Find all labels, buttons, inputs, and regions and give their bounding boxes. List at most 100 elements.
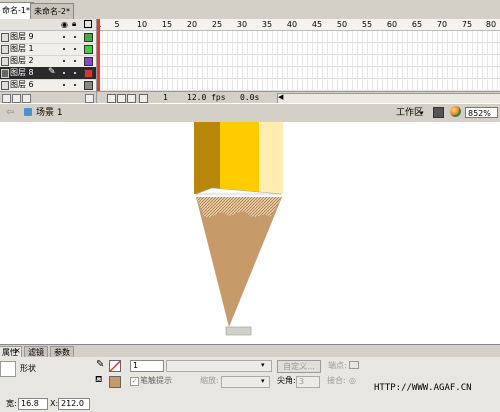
current-frame: 1 — [163, 93, 168, 102]
layer-color-swatch[interactable] — [84, 33, 93, 42]
scale-label: 缩放: — [200, 376, 219, 385]
center-frame-icon[interactable] — [107, 94, 116, 103]
layer-icon — [1, 33, 9, 42]
stroke-width-input[interactable]: 1 — [130, 360, 164, 372]
join-label: 接合: — [327, 376, 346, 385]
join-style-icon[interactable]: ◎ — [349, 376, 356, 385]
shape-thumbnail-icon — [0, 361, 16, 377]
layer-color-swatch[interactable] — [84, 69, 93, 78]
ruler-tick: 75 — [461, 20, 473, 29]
layer-name: 图层 9 — [10, 32, 34, 41]
stroke-hint-checkbox[interactable]: ✓ — [130, 377, 139, 386]
layer-icon — [1, 57, 9, 66]
edit-multiple-frames-icon[interactable] — [139, 94, 148, 103]
miter-input[interactable]: 3 — [296, 376, 320, 388]
layer-header: ◉ 🔒︎ — [0, 19, 96, 31]
visibility-dot[interactable] — [63, 84, 65, 86]
stroke-hint-label: 笔触提示 — [140, 376, 172, 385]
ruler-tick: 20 — [186, 20, 198, 29]
layer-color-swatch[interactable] — [84, 81, 93, 90]
frame-grid[interactable] — [97, 31, 500, 91]
frame-area[interactable]: 1 5 10 15 20 25 30 35 40 45 50 55 60 65 … — [97, 19, 500, 103]
timeline-panel: ◉ 🔒︎ 图层 9 图层 1 图层 2 图层 8 ✎ 图层 6 5 10 15 … — [0, 19, 500, 104]
workspace-menu[interactable]: 工作区 — [396, 107, 423, 119]
scene-label[interactable]: 场景 1 — [36, 107, 63, 119]
custom-button[interactable]: 自定义... — [277, 360, 321, 373]
ruler-tick: 30 — [236, 20, 248, 29]
chevron-down-icon[interactable]: ▾ — [261, 360, 265, 371]
ruler-tick: 70 — [436, 20, 448, 29]
chevron-down-icon[interactable]: ▾ — [261, 376, 265, 387]
visibility-dot[interactable] — [63, 36, 65, 38]
timeline-scrollbar[interactable]: ◀ — [277, 93, 500, 103]
onion-skin-icon[interactable] — [117, 94, 126, 103]
lock-dot[interactable] — [74, 36, 76, 38]
ruler-tick: 60 — [386, 20, 398, 29]
ruler-tick: 35 — [261, 20, 273, 29]
ruler-tick: 15 — [161, 20, 173, 29]
lock-dot[interactable] — [74, 84, 76, 86]
stroke-color-swatch[interactable] — [109, 360, 121, 372]
frame-ruler[interactable]: 1 5 10 15 20 25 30 35 40 45 50 55 60 65 … — [97, 19, 500, 31]
document-tab-2[interactable]: 未命名-2* — [30, 3, 74, 19]
pencil-icon: ✎ — [48, 67, 56, 77]
scroll-left-icon[interactable]: ◀ — [278, 93, 283, 101]
watermark: HTTP://WWW.AGAF.CN — [374, 383, 472, 393]
frame-rate: 12.0 fps — [187, 93, 226, 102]
lock-dot[interactable] — [74, 72, 76, 74]
playhead[interactable] — [97, 19, 100, 91]
document-tabs: 命名-1* 未命名-2* — [0, 0, 500, 20]
timeline-status-bar: 1 12.0 fps 0.0s ◀ — [97, 91, 500, 103]
cap-label: 端点: — [328, 361, 347, 370]
edit-symbol-icon[interactable] — [450, 106, 461, 117]
cap-style-icon[interactable] — [349, 361, 359, 369]
document-tab-1[interactable]: 命名-1* — [0, 2, 34, 20]
shape-label: 形状 — [20, 364, 36, 373]
layer-name: 图层 8 — [10, 68, 34, 77]
properties-panel: 形状 ✎ 1 ▾ 自定义... 端点: ⛾ ✓ 笔触提示 缩放: ▾ 尖角: 3… — [0, 357, 500, 412]
fill-color-swatch[interactable] — [109, 376, 121, 388]
ruler-tick: 50 — [336, 20, 348, 29]
width-input[interactable]: 16.8 — [18, 398, 48, 410]
visibility-dot[interactable] — [63, 48, 65, 50]
ruler-tick: 55 — [361, 20, 373, 29]
pencil-body-mid — [220, 122, 259, 194]
outline-icon[interactable] — [84, 20, 92, 28]
stage-canvas[interactable] — [0, 122, 500, 344]
edit-scene-icon[interactable] — [433, 107, 444, 118]
close-icon[interactable]: × — [14, 346, 21, 355]
ruler-tick: 45 — [311, 20, 323, 29]
lock-icon[interactable]: 🔒︎ — [72, 19, 76, 29]
visibility-dot[interactable] — [63, 60, 65, 62]
onion-outline-icon[interactable] — [127, 94, 136, 103]
trash-icon[interactable] — [85, 94, 94, 103]
pencil-tip-selection — [225, 326, 252, 336]
layer-icon — [1, 69, 9, 78]
zoom-input[interactable]: 852% — [465, 107, 498, 118]
add-guide-icon[interactable] — [12, 94, 21, 103]
layer-name: 图层 2 — [10, 56, 34, 65]
stroke-style-select[interactable] — [166, 360, 272, 372]
x-input[interactable]: 212.0 — [58, 398, 90, 410]
ruler-tick: 40 — [286, 20, 298, 29]
properties-tabs: 属性 × 滤镜 参数 — [0, 344, 500, 359]
lock-dot[interactable] — [74, 60, 76, 62]
add-layer-icon[interactable] — [2, 94, 11, 103]
ruler-tick: 10 — [136, 20, 148, 29]
add-folder-icon[interactable] — [22, 94, 31, 103]
scene-icon — [24, 108, 32, 116]
ruler-tick: 65 — [411, 20, 423, 29]
layer-icon — [1, 81, 9, 90]
visibility-dot[interactable] — [63, 72, 65, 74]
back-arrow-icon[interactable]: ⇦ — [6, 107, 14, 118]
lock-dot[interactable] — [74, 48, 76, 50]
layer-color-swatch[interactable] — [84, 57, 93, 66]
pencil-drawing — [194, 122, 283, 336]
paint-bucket-icon: ⛾ — [95, 375, 103, 385]
ruler-tick: 80 — [485, 20, 497, 29]
x-label: X: — [50, 399, 59, 408]
chevron-down-icon[interactable]: ▾ — [420, 107, 424, 119]
layer-color-swatch[interactable] — [84, 45, 93, 54]
eye-icon[interactable]: ◉ — [61, 20, 68, 29]
layer-icon — [1, 45, 9, 54]
